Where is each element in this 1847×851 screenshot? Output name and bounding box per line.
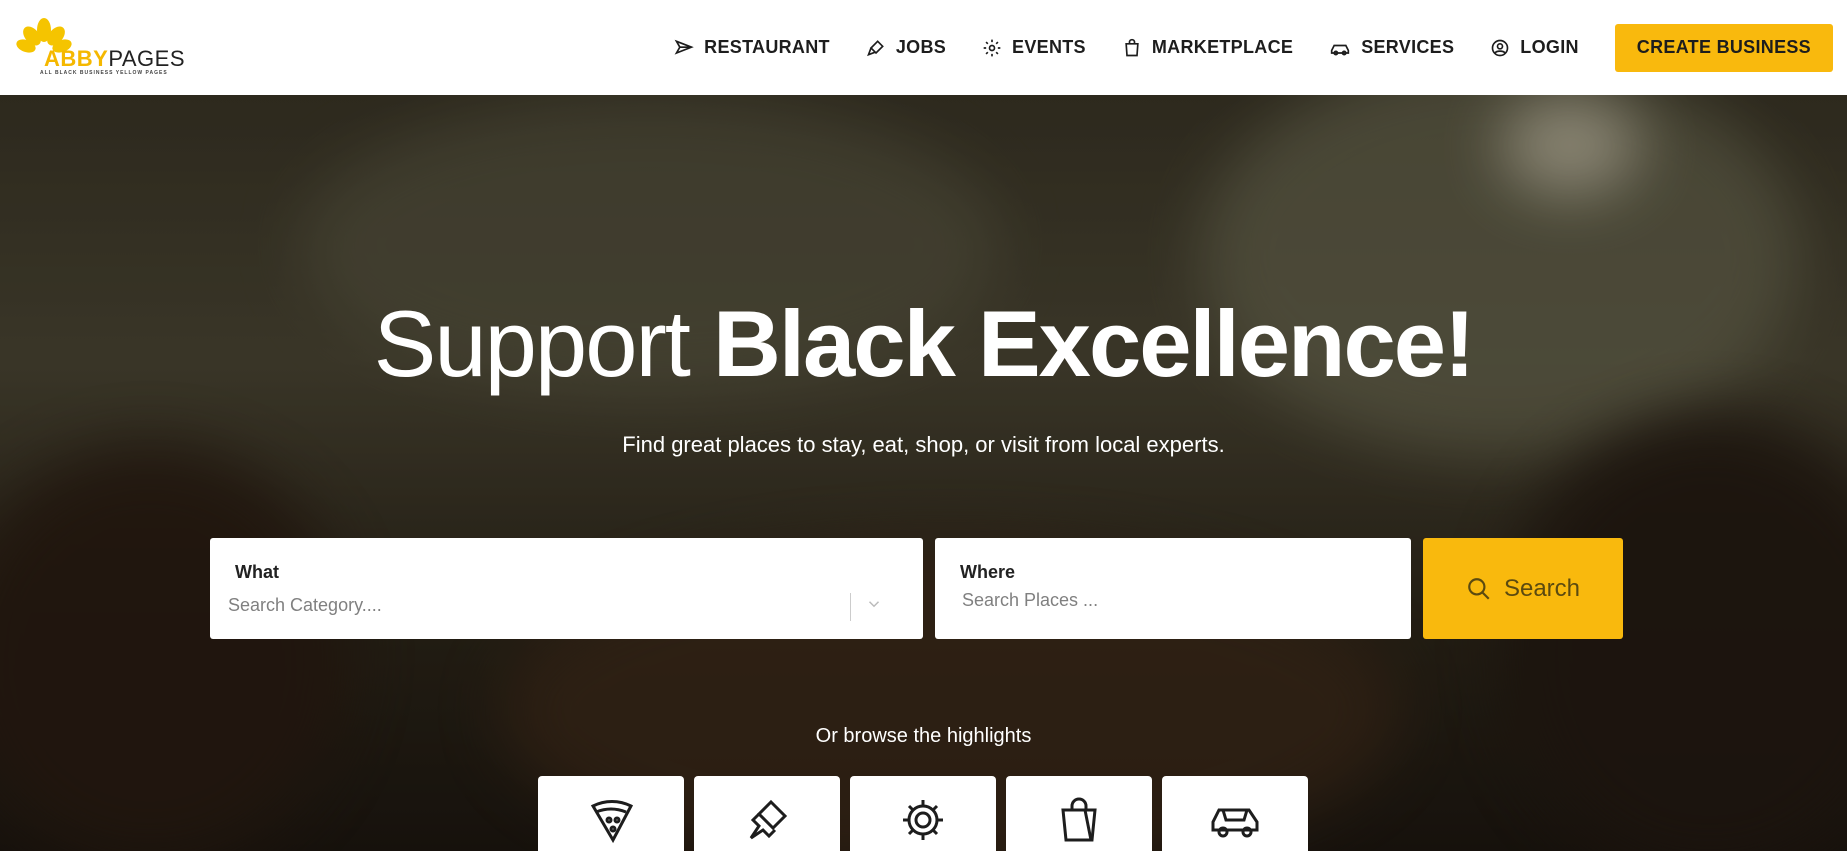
main-nav: RESTAURANT JOBS EVENTS MARKETPLACE SERVI… (674, 0, 1833, 95)
logo-tagline: ALL BLACK BUSINESS YELLOW PAGES (40, 70, 168, 76)
nav-jobs-label: JOBS (895, 37, 947, 57)
category-cards (538, 776, 1308, 851)
search-button-label: Search (1503, 574, 1581, 602)
hero-headline-bold: Black Excellence! (713, 291, 1475, 396)
shopping-bag-icon (1125, 38, 1139, 56)
paint-brush-icon (749, 799, 788, 840)
car-icon (1331, 44, 1350, 55)
site-logo[interactable]: ABBYPAGES ALL BLACK BUSINESS YELLOW PAGE… (14, 16, 194, 80)
hero-headline: Support Black Excellence! (0, 290, 1847, 398)
nav-events[interactable]: EVENTS (982, 37, 1086, 58)
category-card-services[interactable] (1162, 776, 1308, 851)
browse-highlights-title: Or browse the highlights (815, 725, 1032, 747)
nav-login[interactable]: LOGIN (1490, 37, 1579, 58)
nav-marketplace[interactable]: MARKETPLACE (1122, 37, 1293, 58)
category-search-input[interactable] (226, 594, 830, 617)
shopping-bag-icon (1061, 797, 1097, 842)
search-icon (1468, 577, 1490, 600)
logo-name-pages: PAGES (108, 46, 186, 71)
category-card-jobs[interactable] (694, 776, 840, 851)
gear-icon (903, 800, 943, 840)
site-header: ABBYPAGES ALL BLACK BUSINESS YELLOW PAGE… (0, 0, 1847, 95)
create-business-button[interactable]: CREATE BUSINESS (1614, 23, 1833, 72)
place-search-input[interactable] (960, 589, 1384, 612)
hero-headline-light: Support (373, 291, 714, 396)
user-circle-icon (1491, 39, 1509, 56)
search-button[interactable]: Search (1423, 538, 1623, 639)
nav-events-label: EVENTS (1012, 37, 1086, 57)
chevron-down-icon[interactable] (865, 595, 883, 613)
nav-marketplace-label: MARKETPLACE (1151, 37, 1294, 57)
category-card-restaurant[interactable] (538, 776, 684, 851)
category-card-events[interactable] (850, 776, 996, 851)
car-icon (1211, 808, 1259, 838)
nav-services-label: SERVICES (1361, 37, 1455, 57)
hero-subheadline: Find great places to stay, eat, shop, or… (622, 432, 1225, 457)
logo-wordmark: ABBYPAGES (44, 46, 185, 72)
paper-plane-icon (674, 39, 694, 55)
nav-login-label: LOGIN (1520, 37, 1579, 57)
nav-restaurant-label: RESTAURANT (704, 37, 830, 57)
where-label: Where (960, 562, 1016, 582)
logo-name-abby: ABBY (44, 46, 109, 71)
nav-jobs[interactable]: JOBS (866, 37, 946, 58)
nav-services[interactable]: SERVICES (1329, 37, 1454, 58)
nav-restaurant[interactable]: RESTAURANT (674, 37, 830, 58)
category-card-marketplace[interactable] (1006, 776, 1152, 851)
gear-icon (983, 39, 1001, 56)
pizza-icon (590, 800, 634, 844)
what-divider (850, 593, 851, 621)
hero-section: Support Black Excellence! Find great pla… (0, 95, 1847, 851)
what-label: What (235, 562, 279, 582)
paint-brush-icon (866, 39, 884, 56)
what-search-box[interactable]: What (210, 538, 923, 639)
where-search-box[interactable]: Where (935, 538, 1411, 639)
